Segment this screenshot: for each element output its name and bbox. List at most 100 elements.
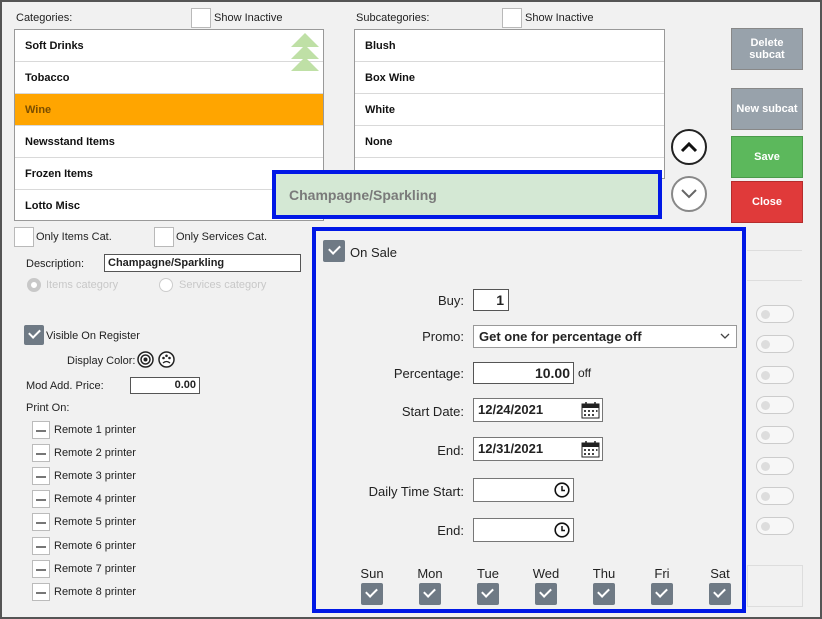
items-category-radio[interactable] xyxy=(27,278,41,292)
toggle-switch[interactable] xyxy=(756,335,794,353)
printer-checkbox[interactable] xyxy=(32,490,50,509)
promo-select-value: Get one for percentage off xyxy=(479,329,642,344)
mod-add-price-label: Mod Add. Price: xyxy=(26,380,104,392)
subcategory-item[interactable]: White xyxy=(355,94,664,126)
day-checkbox[interactable] xyxy=(651,583,673,605)
only-services-cat-label: Only Services Cat. xyxy=(176,231,268,243)
day-checkbox[interactable] xyxy=(477,583,499,605)
check-icon xyxy=(713,585,726,598)
divider xyxy=(747,250,802,251)
day-checkbox[interactable] xyxy=(361,583,383,605)
check-icon xyxy=(655,585,668,598)
buy-input[interactable]: 1 xyxy=(473,289,509,311)
daily-time-end-label: End: xyxy=(437,523,464,538)
day-checkbox[interactable] xyxy=(535,583,557,605)
day-label: Tue xyxy=(477,566,499,581)
category-item[interactable]: Soft Drinks xyxy=(15,30,323,62)
services-category-radio[interactable] xyxy=(159,278,173,292)
check-icon xyxy=(28,326,41,339)
end-date-label: End: xyxy=(437,443,464,458)
day-checkbox[interactable] xyxy=(709,583,731,605)
check-icon xyxy=(481,585,494,598)
chevron-up-icon xyxy=(680,141,698,153)
promo-select[interactable]: Get one for percentage off xyxy=(473,325,737,348)
close-button[interactable]: Close xyxy=(731,181,803,223)
start-date-input[interactable]: 12/24/2021 xyxy=(473,398,603,422)
check-icon xyxy=(365,585,378,598)
visible-on-register-checkbox[interactable] xyxy=(24,325,44,345)
on-sale-label: On Sale xyxy=(350,245,397,260)
subcategory-item[interactable]: Blush xyxy=(355,30,664,62)
only-services-cat-checkbox[interactable] xyxy=(154,227,174,247)
printer-label: Remote 1 printer xyxy=(54,424,136,436)
services-category-label: Services category xyxy=(179,279,267,291)
day-label: Fri xyxy=(654,566,670,581)
percentage-input[interactable]: 10.00 xyxy=(473,362,574,384)
subcategory-item[interactable]: Box Wine xyxy=(355,62,664,94)
show-inactive-subcategories-checkbox[interactable] xyxy=(502,8,522,28)
toggle-switch[interactable] xyxy=(756,426,794,444)
move-down-button[interactable] xyxy=(671,176,707,212)
daily-time-start-input[interactable] xyxy=(473,478,574,502)
subcategories-header: Subcategories: xyxy=(356,12,430,24)
chevron-down-icon xyxy=(720,333,730,339)
toggle-switch[interactable] xyxy=(756,517,794,535)
printer-checkbox[interactable] xyxy=(32,421,50,439)
start-date-label: Start Date: xyxy=(401,404,464,419)
day-label: Sun xyxy=(360,566,384,581)
printer-checkbox[interactable] xyxy=(32,536,50,555)
toggle-switch[interactable] xyxy=(756,487,794,505)
show-inactive-categories-checkbox[interactable] xyxy=(191,8,211,28)
calendar-icon[interactable] xyxy=(581,440,600,458)
day-checkbox[interactable] xyxy=(419,583,441,605)
category-item[interactable]: Newsstand Items xyxy=(15,126,323,158)
end-date-input[interactable]: 12/31/2021 xyxy=(473,437,603,461)
percentage-suffix: off xyxy=(578,366,592,380)
scroll-up-icon[interactable] xyxy=(290,33,320,76)
printer-label: Remote 6 printer xyxy=(54,539,136,552)
printer-label: Remote 2 printer xyxy=(54,447,136,460)
categories-header: Categories: xyxy=(16,12,73,24)
percentage-label: Percentage: xyxy=(393,366,464,381)
printer-checkbox[interactable] xyxy=(32,444,50,463)
items-category-label: Items category xyxy=(46,279,119,291)
calendar-icon[interactable] xyxy=(581,401,600,419)
color-target-icon[interactable] xyxy=(137,351,154,371)
printer-label: Remote 4 printer xyxy=(54,493,136,506)
toggle-switch[interactable] xyxy=(756,396,794,414)
toggle-switch[interactable] xyxy=(756,366,794,384)
chevron-down-icon xyxy=(681,189,697,199)
check-icon xyxy=(539,585,552,598)
only-items-cat-label: Only Items Cat. xyxy=(36,231,112,243)
save-button[interactable]: Save xyxy=(731,136,803,178)
printer-checkbox[interactable] xyxy=(32,513,50,532)
selected-subcategory-banner: Champagne/Sparkling xyxy=(272,170,662,219)
toggle-switch[interactable] xyxy=(756,305,794,323)
only-items-cat-checkbox[interactable] xyxy=(14,227,34,247)
category-item-selected[interactable]: Wine xyxy=(15,94,323,126)
mod-add-price-input[interactable]: 0.00 xyxy=(130,377,200,394)
printer-checkbox[interactable] xyxy=(32,582,50,601)
delete-subcat-button[interactable]: Delete subcat xyxy=(731,28,803,70)
printer-checkbox[interactable] xyxy=(32,559,50,578)
clock-icon[interactable] xyxy=(554,522,570,538)
color-palette-icon[interactable] xyxy=(158,351,175,371)
promo-label: Promo: xyxy=(422,329,464,344)
on-sale-checkbox[interactable] xyxy=(323,240,345,262)
toggle-switch[interactable] xyxy=(756,457,794,475)
clock-icon[interactable] xyxy=(554,482,570,498)
printer-label: Remote 3 printer xyxy=(54,470,136,483)
day-label: Wed xyxy=(532,566,560,581)
subcategories-list[interactable]: Blush Box Wine White None xyxy=(354,29,665,179)
category-item[interactable]: Tobacco xyxy=(15,62,323,94)
subcategory-item[interactable]: None xyxy=(355,126,664,158)
day-checkbox[interactable] xyxy=(593,583,615,605)
description-input[interactable]: Champagne/Sparkling xyxy=(104,254,301,272)
new-subcat-button[interactable]: New subcat xyxy=(731,88,803,130)
move-up-button[interactable] xyxy=(671,129,707,165)
daily-time-end-input[interactable] xyxy=(473,518,574,542)
end-date-value: 12/31/2021 xyxy=(478,441,544,456)
background-panel xyxy=(747,565,803,607)
printer-checkbox[interactable] xyxy=(32,467,50,486)
check-icon xyxy=(423,585,436,598)
